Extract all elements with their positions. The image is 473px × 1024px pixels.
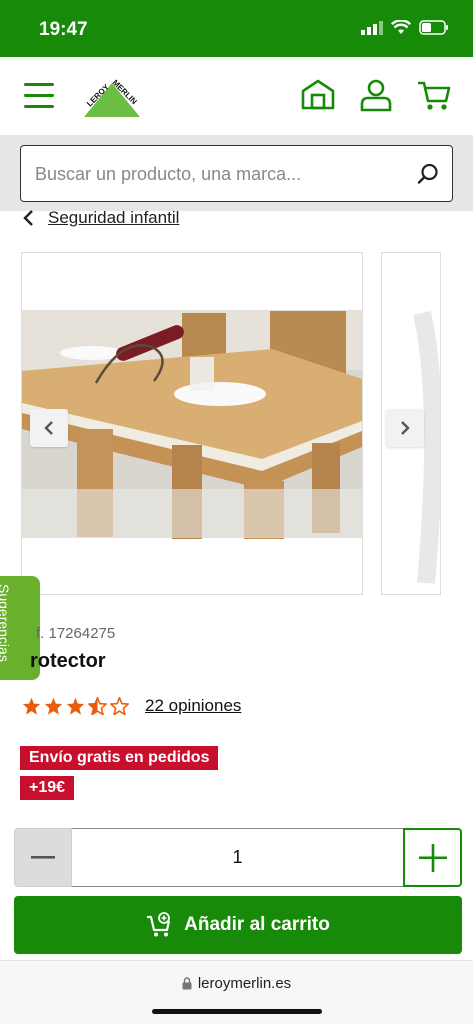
status-bar: 19:47	[0, 0, 473, 57]
url-bar[interactable]: leroymerlin.es	[0, 975, 473, 992]
increase-quantity-button[interactable]	[403, 828, 462, 887]
store-icon[interactable]	[300, 77, 336, 113]
cart-add-icon	[147, 912, 171, 937]
app-header: LEROY MERLIN	[0, 57, 473, 135]
url-text: leroymerlin.es	[197, 975, 292, 992]
gallery-prev-button[interactable]	[30, 409, 68, 447]
quantity-stepper: 1	[14, 828, 462, 887]
sugerencias-label: Sugerencias	[0, 584, 12, 662]
product-image-card-next[interactable]	[381, 252, 441, 595]
decrease-quantity-button[interactable]	[14, 828, 72, 887]
product-image-card[interactable]	[21, 252, 363, 595]
leroy-merlin-logo[interactable]: LEROY MERLIN	[76, 73, 148, 121]
search-icon[interactable]	[416, 162, 440, 186]
star-full-icon	[44, 697, 63, 715]
signal-icon	[361, 20, 383, 35]
star-full-icon	[66, 697, 85, 715]
quantity-input[interactable]: 1	[72, 828, 403, 887]
chevron-left-icon	[44, 421, 53, 435]
search-band	[0, 135, 473, 211]
add-to-cart-label: Añadir al carrito	[184, 914, 330, 935]
product-reference: f. 17264275	[36, 625, 116, 642]
user-icon[interactable]	[358, 77, 394, 113]
add-to-cart-button[interactable]: Añadir al carrito	[14, 896, 462, 954]
product-title: rotector	[30, 650, 106, 672]
status-time: 19:47	[39, 19, 88, 40]
star-rating	[22, 697, 129, 715]
free-shipping-threshold-badge: +19€	[20, 776, 75, 800]
product-image	[22, 310, 362, 539]
opinions-link[interactable]: 22 opiniones	[145, 696, 241, 716]
gallery-next-button[interactable]	[386, 409, 424, 447]
wifi-icon	[391, 20, 411, 34]
search-box[interactable]	[20, 145, 453, 202]
status-icons	[361, 20, 449, 35]
star-empty-icon	[110, 697, 129, 715]
chevron-left-icon[interactable]	[22, 208, 34, 228]
free-shipping-badge: Envío gratis en pedidos	[20, 746, 219, 770]
star-full-icon	[22, 697, 41, 715]
plus-icon	[418, 843, 447, 872]
rating-row[interactable]: 22 opiniones	[22, 696, 241, 716]
lock-icon	[182, 977, 192, 990]
battery-icon	[419, 20, 448, 35]
chevron-right-icon	[401, 421, 410, 435]
home-indicator[interactable]	[152, 1009, 322, 1014]
minus-icon	[31, 855, 55, 859]
menu-icon[interactable]	[24, 83, 54, 109]
search-input[interactable]	[35, 160, 405, 188]
star-half-icon	[88, 697, 107, 715]
breadcrumb-label[interactable]: Seguridad infantil	[48, 208, 179, 228]
browser-bottom-bar: leroymerlin.es	[0, 960, 473, 1024]
breadcrumb[interactable]: Seguridad infantil	[22, 208, 179, 228]
cart-icon[interactable]	[416, 77, 452, 113]
